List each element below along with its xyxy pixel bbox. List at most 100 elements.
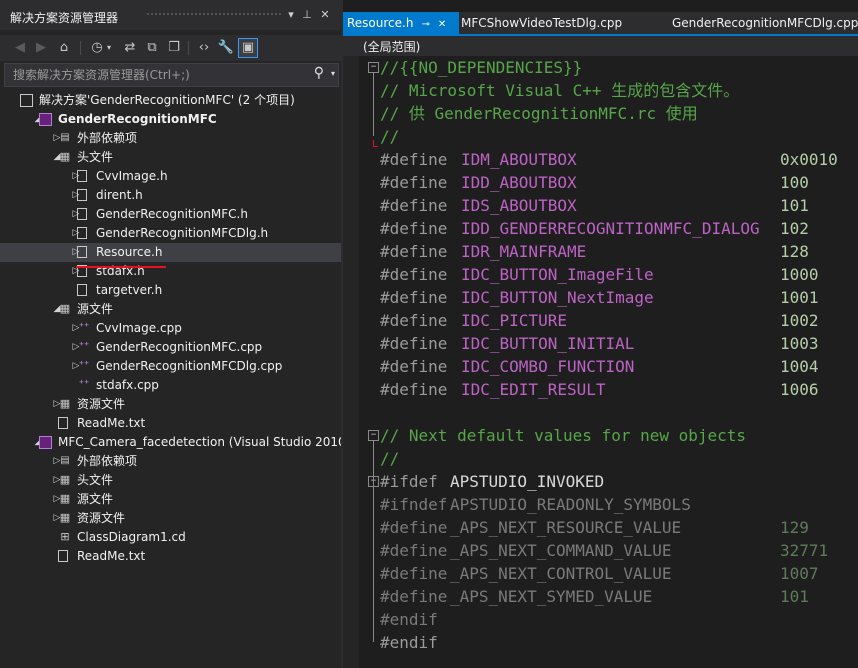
collapse-region-icon[interactable]: − (368, 430, 379, 441)
title-bar-grip[interactable] (146, 12, 281, 17)
code-line[interactable]: #define _APS_NEXT_CONTROL_VALUE 1007 (380, 562, 858, 585)
code-line[interactable]: #define _APS_NEXT_COMMAND_VALUE 32771 (380, 539, 858, 562)
code-token: #define (380, 357, 448, 376)
scope-dropdown[interactable]: (全局范围) (363, 38, 420, 55)
code-line[interactable]: #define IDR_MAINFRAME 128 (380, 240, 858, 263)
solution-explorer-search-box[interactable]: ⚲ ▾ (4, 63, 339, 87)
folder-icon: ▦ (59, 150, 71, 163)
code-text[interactable]: //{{NO_DEPENDENCIES}} // Microsoft Visual… (380, 56, 858, 654)
tree-item-label: 源文件 (77, 302, 114, 316)
code-line[interactable]: #ifndef APSTUDIO_READONLY_SYMBOLS (380, 493, 858, 516)
tree-item[interactable]: ▷ GenderRecognitionMFCDlg.h (0, 224, 341, 243)
code-line[interactable]: #define IDC_PICTURE 1002 (380, 309, 858, 332)
code-line[interactable]: #endif (380, 608, 858, 631)
tree-item-label: GenderRecognitionMFCDlg.h (96, 226, 269, 240)
tree-item[interactable]: ▷ ⁺⁺ GenderRecognitionMFC.cpp (0, 338, 341, 357)
code-line[interactable]: // (380, 125, 858, 148)
code-line[interactable]: // (380, 447, 858, 470)
tree-item[interactable]: ◢ ▦ 源文件 (0, 300, 341, 319)
code-line[interactable]: #define IDC_BUTTON_ImageFile 1000 (380, 263, 858, 286)
code-line[interactable]: #define _APS_NEXT_RESOURCE_VALUE 129 (380, 516, 858, 539)
tree-item[interactable]: ▷ ▦ 头文件 (0, 471, 341, 490)
code-token: APSTUDIO_INVOKED (450, 472, 605, 491)
tree-item[interactable]: ▷ GenderRecognitionMFC.h (0, 205, 341, 224)
close-icon[interactable]: ✕ (438, 19, 446, 30)
close-icon[interactable]: ✕ (318, 7, 332, 23)
tree-item-label: 头文件 (77, 473, 114, 487)
sync-icon[interactable]: ⇄ (121, 39, 139, 57)
tree-item[interactable]: ▷ stdafx.h (0, 262, 341, 281)
tree-item[interactable]: ▷ ▦ 资源文件 (0, 395, 341, 414)
cpp-file-icon: ⁺⁺ (78, 360, 90, 371)
code-token: #define (380, 380, 448, 399)
tree-item[interactable]: ▷ dirent.h (0, 186, 341, 205)
properties-icon[interactable]: 🔧 (217, 39, 235, 57)
code-token: #define (380, 265, 448, 284)
code-line[interactable]: //{{NO_DEPENDENCIES}} (380, 56, 858, 79)
filter-dropdown-icon[interactable]: ▾ (104, 39, 114, 57)
code-line[interactable]: // Microsoft Visual C++ 生成的包含文件。 (380, 79, 858, 102)
code-line[interactable]: // 供 GenderRecognitionMFC.rc 使用 (380, 102, 858, 125)
collapse-region-icon[interactable]: − (368, 62, 379, 73)
tree-item[interactable]: ▷ ⁺⁺ CvvImage.cpp (0, 319, 341, 338)
tab-label: MFCShowVideoTestDlg.cpp (461, 16, 623, 30)
tree-item[interactable]: ◢ MFC_Camera_facedetection (Visual Studio… (0, 433, 350, 452)
search-input[interactable] (11, 66, 305, 84)
back-icon[interactable]: ◀ (11, 39, 29, 57)
code-line[interactable]: #define IDD_ABOUTBOX 100 (380, 171, 858, 194)
code-token: 102 (780, 219, 809, 238)
collapse-all-icon[interactable]: ⧉ (143, 39, 161, 57)
indicator-margin[interactable] (343, 56, 359, 668)
tree-item[interactable]: ▷ CvvImage.h (0, 167, 341, 186)
tree-item[interactable]: ReadMe.txt (0, 547, 341, 566)
code-token: APSTUDIO_READONLY_SYMBOLS (450, 495, 691, 514)
code-editor[interactable]: −−− //{{NO_DEPENDENCIES}}// Microsoft Vi… (343, 56, 858, 668)
tree-item[interactable]: ⁺⁺ stdafx.cpp (0, 376, 341, 395)
tree-item[interactable]: ▷ ⁺⁺ GenderRecognitionMFCDlg.cpp (0, 357, 341, 376)
preview-selected-items-icon[interactable]: ▣ (238, 38, 258, 58)
code-token: #define (380, 311, 448, 330)
tree-item[interactable]: ▷ ▤ 外部依赖项 (0, 452, 341, 471)
pin-icon[interactable]: ⊸ (421, 19, 429, 30)
code-line[interactable]: #define IDC_COMBO_FUNCTION 1004 (380, 355, 858, 378)
code-token: _APS_NEXT_SYMED_VALUE (450, 587, 653, 606)
text-file-icon (58, 550, 68, 562)
window-position-dropdown-icon[interactable]: ▾ (284, 7, 298, 23)
tree-item[interactable]: ReadMe.txt (0, 414, 341, 433)
code-line[interactable]: #define IDC_BUTTON_INITIAL 1003 (380, 332, 858, 355)
search-options-dropdown-icon[interactable]: ▾ (331, 69, 335, 78)
tree-item[interactable]: ▷ Resource.h (0, 243, 341, 262)
view-code-icon[interactable]: ‹› (195, 39, 213, 57)
forward-icon[interactable]: ▶ (32, 39, 50, 57)
code-line[interactable]: #ifdef APSTUDIO_INVOKED (380, 470, 858, 493)
tree-item[interactable]: ⊞ ClassDiagram1.cd (0, 528, 341, 547)
code-line[interactable]: #define IDS_ABOUTBOX 101 (380, 194, 858, 217)
code-line[interactable]: #define IDM_ABOUTBOX 0x0010 (380, 148, 858, 171)
tab-mfcshowvideotestdlg-cpp[interactable]: MFCShowVideoTestDlg.cpp (457, 12, 626, 34)
tree-item[interactable]: ▷ ▦ 源文件 (0, 490, 341, 509)
header-file-icon (77, 227, 87, 239)
tree-item[interactable]: ◢ GenderRecognitionMFC (0, 110, 341, 129)
tab-genderrecognitionmfcdlg-cpp[interactable]: GenderRecognitionMFCDlg.cpp (668, 12, 858, 34)
auto-hide-pin-icon[interactable]: ⊥ (300, 7, 314, 23)
code-token: 1004 (780, 357, 819, 376)
home-icon[interactable]: ⌂ (55, 39, 73, 57)
code-line[interactable]: #define IDC_BUTTON_NextImage 1001 (380, 286, 858, 309)
code-line[interactable]: #endif (380, 631, 858, 654)
code-line[interactable] (380, 401, 858, 424)
code-line[interactable]: #define _APS_NEXT_SYMED_VALUE 101 (380, 585, 858, 608)
code-line[interactable]: // Next default values for new objects (380, 424, 858, 447)
tab-resource-h[interactable]: Resource.h ⊸ ✕ (343, 12, 459, 34)
code-token: // 供 GenderRecognitionMFC.rc 使用 (380, 104, 698, 123)
code-line[interactable]: #define IDC_EDIT_RESULT 1006 (380, 378, 858, 401)
tree-item[interactable]: targetver.h (0, 281, 341, 300)
tree-item[interactable]: 解决方案'GenderRecognitionMFC' (2 个项目) (0, 91, 341, 110)
code-line[interactable]: #define IDD_GENDERRECOGNITIONMFC_DIALOG 10… (380, 217, 858, 240)
search-icon[interactable]: ⚲ (314, 65, 324, 81)
tree-item[interactable]: ▷ ▦ 资源文件 (0, 509, 341, 528)
show-all-files-icon[interactable]: ❐ (165, 39, 183, 57)
tree-item[interactable]: ◢ ▦ 头文件 (0, 148, 341, 167)
tree-item[interactable]: ▷ ▤ 外部依赖项 (0, 129, 341, 148)
tree-item-label: ReadMe.txt (77, 549, 146, 563)
code-token: #ifdef (380, 472, 438, 491)
